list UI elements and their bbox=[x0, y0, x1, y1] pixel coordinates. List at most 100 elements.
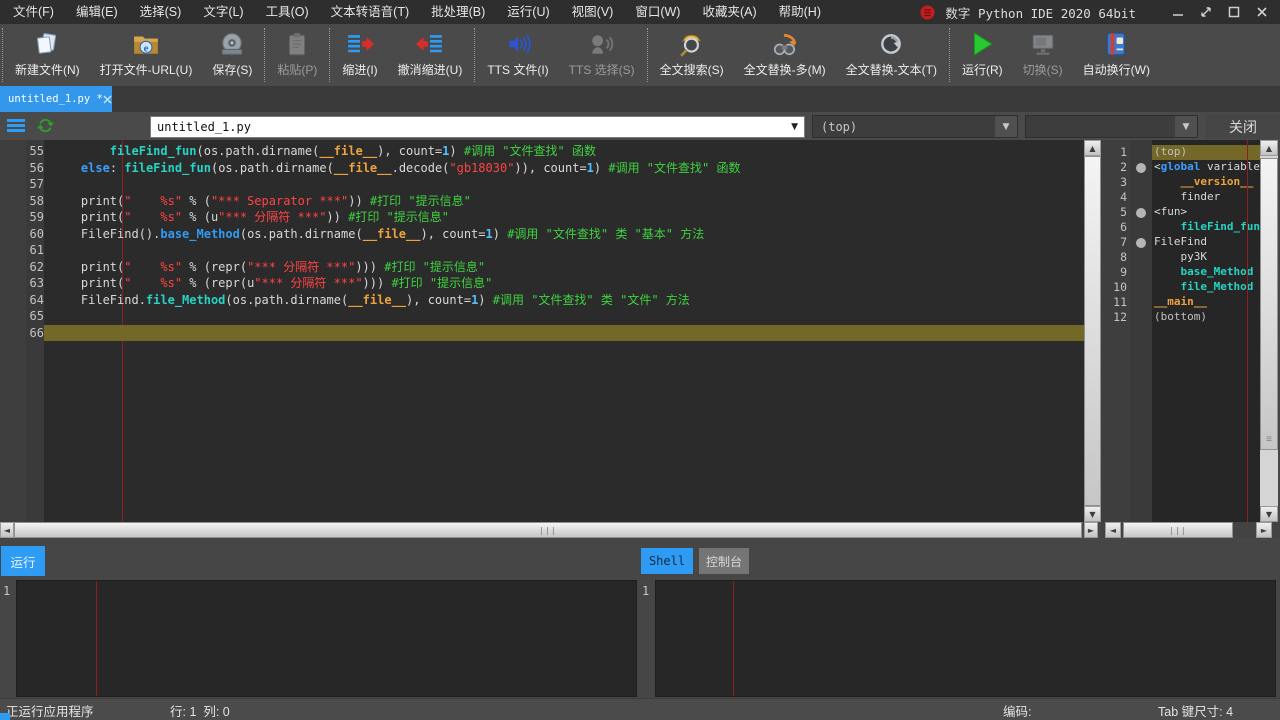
editor-tab[interactable]: untitled_1.py * bbox=[0, 86, 112, 112]
secondary-combobox[interactable]: ▼ bbox=[1025, 115, 1198, 138]
scroll-right-icon[interactable]: ► bbox=[1084, 522, 1098, 538]
scroll-right-icon[interactable]: ► bbox=[1256, 522, 1272, 538]
code-line[interactable]: print(" %s" % (repr(u"*** 分隔符 ***"))) #打… bbox=[52, 275, 1084, 292]
code-editor[interactable]: fileFind_fun(os.path.dirname(__file__), … bbox=[44, 140, 1084, 522]
status-run-state: 正运行应用程序 bbox=[6, 701, 94, 720]
code-line[interactable]: FileFind().base_Method(os.path.dirname(_… bbox=[52, 226, 1084, 243]
code-line-current[interactable] bbox=[44, 325, 1084, 342]
toolbar-separator bbox=[264, 28, 265, 82]
toolbar-tts-select-button[interactable]: TTS 选择(S) bbox=[559, 24, 645, 86]
menu-item-9[interactable]: 窗口(W) bbox=[624, 0, 691, 24]
scope-combobox[interactable]: (top) ▼ bbox=[812, 115, 1018, 138]
menu-item-0[interactable]: 文件(F) bbox=[2, 0, 65, 24]
refresh-icon[interactable] bbox=[36, 116, 55, 135]
file-selector-combobox[interactable]: untitled_1.py ▼ bbox=[150, 116, 805, 138]
menu-item-2[interactable]: 选择(S) bbox=[129, 0, 193, 24]
outline-item[interactable]: base_Method bbox=[1152, 265, 1260, 280]
code-token: #调用 "文件查找" 函数 bbox=[608, 161, 740, 175]
shell-output-pane[interactable] bbox=[16, 580, 637, 697]
scroll-up-icon[interactable]: ▲ bbox=[1084, 140, 1101, 156]
scroll-down-icon[interactable]: ▼ bbox=[1260, 506, 1278, 522]
toolbar-paste-button[interactable]: 粘贴(P) bbox=[267, 24, 327, 86]
menu-item-6[interactable]: 批处理(B) bbox=[420, 0, 496, 24]
scroll-left-icon[interactable]: ◄ bbox=[0, 522, 14, 538]
code-token: 1 bbox=[587, 161, 594, 175]
toolbar-save-button[interactable]: 保存(S) bbox=[202, 24, 262, 86]
code-line[interactable] bbox=[52, 176, 1084, 193]
fullscreen-button[interactable] bbox=[1192, 2, 1220, 22]
scrollbar-thumb[interactable]: ≡ bbox=[1260, 158, 1278, 450]
scroll-up-icon[interactable]: ▲ bbox=[1260, 140, 1278, 156]
code-line[interactable]: print(" %s" % ("*** Separator ***")) #打印… bbox=[52, 193, 1084, 210]
maximize-button[interactable] bbox=[1220, 2, 1248, 22]
tab-console[interactable]: 控制台 bbox=[699, 548, 749, 574]
code-line[interactable]: print(" %s" % (repr("*** 分隔符 ***"))) #打印… bbox=[52, 259, 1084, 276]
outline-item[interactable]: (top) bbox=[1152, 145, 1260, 160]
code-line[interactable] bbox=[52, 242, 1084, 259]
close-file-button[interactable]: 关闭 bbox=[1206, 114, 1280, 139]
menu-item-5[interactable]: 文本转语音(T) bbox=[320, 0, 420, 24]
toolbar-unindent-button[interactable]: 撤消缩进(U) bbox=[388, 24, 473, 86]
close-button[interactable] bbox=[1248, 2, 1276, 22]
bullet-icon bbox=[1136, 208, 1146, 218]
minimize-button[interactable] bbox=[1164, 2, 1192, 22]
hamburger-menu-icon[interactable] bbox=[7, 119, 25, 132]
scrollbar-thumb[interactable]: ||| bbox=[14, 522, 1082, 538]
toolbar-search-all-button[interactable]: 全文搜索(S) bbox=[650, 24, 734, 86]
menu-item-1[interactable]: 编辑(E) bbox=[65, 0, 129, 24]
outline-item[interactable]: finder bbox=[1152, 190, 1260, 205]
outline-bullet bbox=[1130, 235, 1152, 250]
scroll-left-icon[interactable]: ◄ bbox=[1105, 522, 1121, 538]
code-line[interactable]: fileFind_fun(os.path.dirname(__file__), … bbox=[52, 143, 1084, 160]
code-token: ), count= bbox=[377, 144, 442, 158]
outline-browser[interactable]: (top)<global variables> __version__ find… bbox=[1152, 140, 1260, 522]
code-token: (os.path.dirname( bbox=[211, 161, 334, 175]
code-line[interactable]: FileFind.file_Method(os.path.dirname(__f… bbox=[52, 292, 1084, 309]
menu-item-3[interactable]: 文字(L) bbox=[192, 0, 254, 24]
menu-item-8[interactable]: 视图(V) bbox=[561, 0, 625, 24]
toolbar-indent-button[interactable]: 缩进(I) bbox=[332, 24, 387, 86]
scroll-down-icon[interactable]: ▼ bbox=[1084, 506, 1101, 522]
toolbar-tts-file-button[interactable]: TTS 文件(I) bbox=[477, 24, 558, 86]
outline-item[interactable]: <global variables> bbox=[1152, 160, 1260, 175]
toolbar-label: 缩进(I) bbox=[342, 61, 377, 78]
scrollbar-thumb[interactable]: ||| bbox=[1123, 522, 1233, 538]
outline-item[interactable]: FileFind bbox=[1152, 235, 1260, 250]
outline-line-number: 4 bbox=[1101, 190, 1130, 205]
replace-multi-icon bbox=[771, 28, 799, 60]
outline-item[interactable]: <fun> bbox=[1152, 205, 1260, 220]
tab-close-icon[interactable] bbox=[103, 92, 112, 106]
toolbar-replace-text-button[interactable]: 全文替换-文本(T) bbox=[836, 24, 947, 86]
menu-item-11[interactable]: 帮助(H) bbox=[768, 0, 832, 24]
outline-item[interactable]: (bottom) bbox=[1152, 310, 1260, 325]
outline-item[interactable]: py3K bbox=[1152, 250, 1260, 265]
toolbar-run-button[interactable]: 运行(R) bbox=[952, 24, 1013, 86]
console-output-pane[interactable] bbox=[655, 580, 1276, 697]
outline-token: base_Method bbox=[1181, 265, 1254, 278]
resize-grip[interactable] bbox=[0, 713, 10, 720]
outline-vertical-scrollbar[interactable]: ▲ ≡ ▼ bbox=[1260, 140, 1278, 522]
menu-item-7[interactable]: 运行(U) bbox=[496, 0, 560, 24]
toolbar-new-file-button[interactable]: 新建文件(N) bbox=[5, 24, 90, 86]
outline-horizontal-scrollbar[interactable]: ◄ ||| ► bbox=[1101, 522, 1280, 538]
run-button[interactable]: 运行 bbox=[1, 546, 45, 576]
menu-item-10[interactable]: 收藏夹(A) bbox=[691, 0, 767, 24]
menu-item-4[interactable]: 工具(O) bbox=[255, 0, 320, 24]
outline-line-number: 5 bbox=[1101, 205, 1130, 220]
toolbar-open-url-button[interactable]: e打开文件-URL(U) bbox=[90, 24, 203, 86]
editor-horizontal-scrollbar[interactable]: ◄ ||| ► bbox=[0, 522, 1098, 538]
editor-vertical-scrollbar[interactable]: ▲ ▼ bbox=[1084, 140, 1101, 522]
outline-item[interactable]: __main__ bbox=[1152, 295, 1260, 310]
toolbar-replace-multi-button[interactable]: 全文替换-多(M) bbox=[734, 24, 836, 86]
scrollbar-thumb[interactable] bbox=[1084, 156, 1101, 506]
outline-item[interactable]: __version__ bbox=[1152, 175, 1260, 190]
code-line[interactable]: print(" %s" % (u"*** 分隔符 ***")) #打印 "提示信… bbox=[52, 209, 1084, 226]
code-line[interactable] bbox=[52, 308, 1084, 325]
toolbar-word-wrap-button[interactable]: 自动换行(W) bbox=[1073, 24, 1160, 86]
toolbar-switch-button[interactable]: 切换(S) bbox=[1013, 24, 1073, 86]
tab-shell[interactable]: Shell bbox=[641, 548, 693, 574]
outline-item[interactable]: fileFind_fun bbox=[1152, 220, 1260, 235]
outline-item[interactable]: file_Method bbox=[1152, 280, 1260, 295]
code-token: #打印 "提示信息" bbox=[384, 260, 485, 274]
code-line[interactable]: else: fileFind_fun(os.path.dirname(__fil… bbox=[52, 160, 1084, 177]
